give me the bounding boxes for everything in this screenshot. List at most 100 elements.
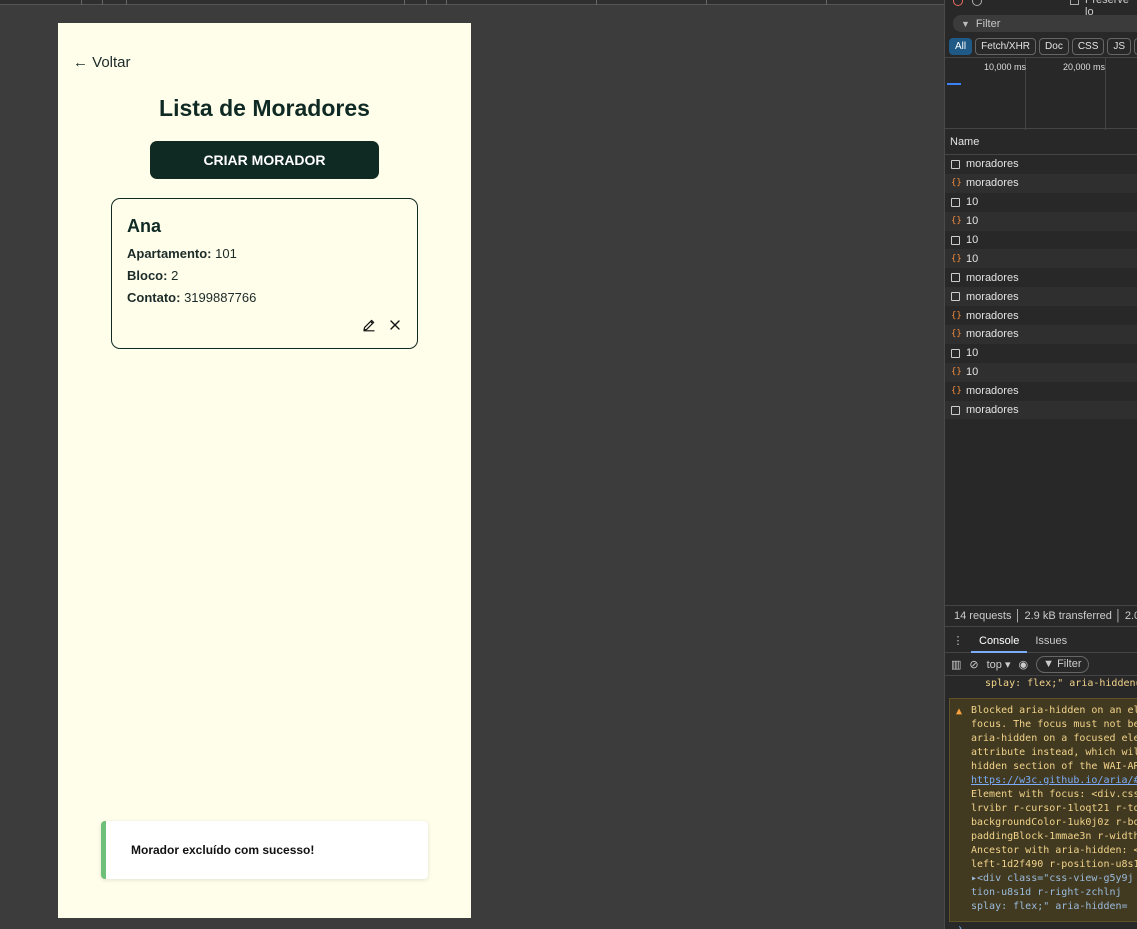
console-warning: ▲ Blocked aria-hidden on an el focus. The… — [949, 698, 1137, 922]
request-row[interactable]: moradores — [945, 287, 1137, 307]
type-filter-css[interactable]: CSS — [1071, 38, 1105, 55]
contact-label: Contato: — [127, 290, 181, 305]
devtools-panel: Preserve lo ▼ Filter All Fetch/XHR Doc C… — [944, 0, 1137, 929]
console-line: splay: flex;" aria-hidden= — [985, 678, 1137, 689]
resident-name: Ana — [127, 216, 162, 236]
warning-line: attribute instead, which wil — [971, 747, 1137, 758]
name-column-header[interactable]: Name — [945, 131, 1137, 155]
back-link[interactable]: ← Voltar — [73, 54, 131, 71]
filter-icon: ▼ — [1043, 658, 1058, 670]
resource-type-filters: All Fetch/XHR Doc CSS JS F — [949, 38, 1137, 55]
request-row[interactable]: 10 — [945, 193, 1137, 212]
request-row[interactable]: moradores — [945, 400, 1137, 420]
request-name: moradores — [966, 404, 1019, 417]
warning-line: ▸<div class="css-view-g5y9j — [971, 873, 1134, 884]
warning-line: left-1d2f490 r-position-u8s1 — [971, 859, 1137, 870]
app-viewport: ← Voltar Lista de Moradores CRIAR MORADO… — [58, 23, 471, 918]
request-name: moradores — [966, 385, 1019, 398]
request-row[interactable]: {} 10 — [945, 249, 1137, 269]
fetch-icon: {} — [951, 253, 962, 264]
network-filter-input[interactable]: ▼ Filter — [953, 15, 1137, 32]
request-row[interactable]: {} moradores — [945, 173, 1137, 193]
document-icon — [951, 348, 960, 358]
request-name: 10 — [966, 252, 979, 265]
request-row[interactable]: {} moradores — [945, 325, 1137, 344]
warning-line: lrvibr r-cursor-1loqt21 r-to — [971, 803, 1137, 814]
request-name: moradores — [966, 328, 1019, 341]
request-row[interactable]: {} 10 — [945, 211, 1137, 231]
request-name: 10 — [966, 196, 979, 209]
request-row[interactable]: {} moradores — [945, 306, 1137, 325]
request-row[interactable]: {} moradores — [945, 382, 1137, 401]
contact-row: Contato: 3199887766 — [127, 288, 402, 310]
eye-icon[interactable]: ◉ — [1019, 658, 1029, 671]
resident-card: Ana Apartamento: 101 Bloco: 2 Contato: 3… — [111, 198, 418, 349]
apartment-value: 101 — [215, 246, 237, 261]
network-summary: 14 requests │ 2.9 kB transferred │ 2.0 — [945, 605, 1137, 627]
pencil-icon[interactable] — [362, 318, 376, 332]
block-row: Bloco: 2 — [127, 266, 402, 288]
tab-issues[interactable]: Issues — [1027, 629, 1075, 653]
document-icon — [951, 159, 960, 169]
context-selector[interactable]: top ▾ — [987, 658, 1011, 671]
network-timeline[interactable]: 10,000 ms 20,000 ms — [945, 57, 1137, 130]
browser-ruler — [0, 0, 944, 5]
request-row[interactable]: {} 10 — [945, 362, 1137, 382]
timeline-label: 20,000 ms — [1063, 62, 1106, 72]
request-name: moradores — [966, 309, 1019, 322]
warning-line: focus. The focus must not be — [971, 719, 1137, 730]
preserve-log-checkbox[interactable] — [1070, 0, 1079, 5]
document-icon — [951, 273, 960, 283]
clear-console-icon[interactable]: ⊘ — [969, 658, 978, 671]
fetch-icon: {} — [951, 367, 962, 378]
filter-icon: ▼ — [961, 18, 970, 29]
type-filter-fetch[interactable]: Fetch/XHR — [975, 38, 1037, 55]
type-filter-doc[interactable]: Doc — [1039, 38, 1069, 55]
warning-line: hidden section of the WAI-AR — [971, 761, 1137, 772]
console-filter[interactable]: ▼ Filter — [1036, 656, 1089, 673]
warning-line: aria-hidden on a focused ele — [971, 733, 1137, 744]
more-icon[interactable]: ⋮ — [945, 634, 971, 647]
create-resident-button[interactable]: CRIAR MORADOR — [150, 141, 379, 179]
console-toolbar: ▥ ⊘ top ▾ ◉ ▼ Filter — [945, 654, 1137, 676]
timeline-label: 10,000 ms — [984, 62, 1027, 72]
close-icon[interactable] — [388, 318, 402, 332]
warning-line: backgroundColor-1uk0j0z r-bo — [971, 817, 1137, 828]
document-icon — [951, 405, 960, 415]
block-label: Bloco: — [127, 268, 168, 283]
request-name: 10 — [966, 215, 979, 228]
request-name: moradores — [966, 158, 1019, 171]
fetch-icon: {} — [951, 329, 962, 340]
request-name: moradores — [966, 290, 1019, 303]
drawer-tabs: ⋮ Console Issues — [945, 629, 1137, 653]
request-row[interactable]: 10 — [945, 231, 1137, 250]
request-row[interactable]: 10 — [945, 344, 1137, 363]
request-row[interactable]: moradores — [945, 155, 1137, 174]
fetch-icon: {} — [951, 178, 962, 189]
timeline-mark — [947, 83, 961, 85]
block-value: 2 — [171, 268, 179, 283]
request-name: 10 — [966, 234, 979, 246]
warning-line[interactable]: https://w3c.github.io/aria/# — [971, 774, 1137, 788]
warning-line: Ancestor with aria-hidden: < — [971, 845, 1137, 856]
warning-line: paddingBlock-1mmae3n r-width — [971, 831, 1137, 842]
fetch-icon: {} — [951, 216, 962, 227]
warning-line: tion-u8s1d r-right-zchlnj — [971, 887, 1122, 898]
clear-icon[interactable] — [972, 0, 982, 6]
warning-icon: ▲ — [956, 706, 963, 717]
request-name: moradores — [966, 271, 1019, 284]
request-name: 10 — [966, 347, 979, 360]
type-filter-all[interactable]: All — [949, 38, 973, 55]
request-row[interactable]: moradores — [945, 268, 1137, 287]
success-toast: Morador excluído com sucesso! — [101, 821, 428, 879]
console-output: splay: flex;" aria-hidden= ▲ Blocked ari… — [945, 677, 1137, 929]
request-list: moradores {} moradores 10 {} 10 10 {} 10 moradore… — [945, 155, 1137, 420]
console-prompt[interactable]: › — [957, 923, 963, 929]
type-filter-js[interactable]: JS — [1107, 38, 1132, 55]
tab-console[interactable]: Console — [971, 629, 1028, 653]
fetch-icon: {} — [951, 386, 962, 397]
record-icon[interactable] — [953, 0, 963, 6]
fetch-icon: {} — [951, 310, 962, 321]
sidebar-toggle-icon[interactable]: ▥ — [951, 658, 961, 671]
request-name: 10 — [966, 366, 979, 379]
